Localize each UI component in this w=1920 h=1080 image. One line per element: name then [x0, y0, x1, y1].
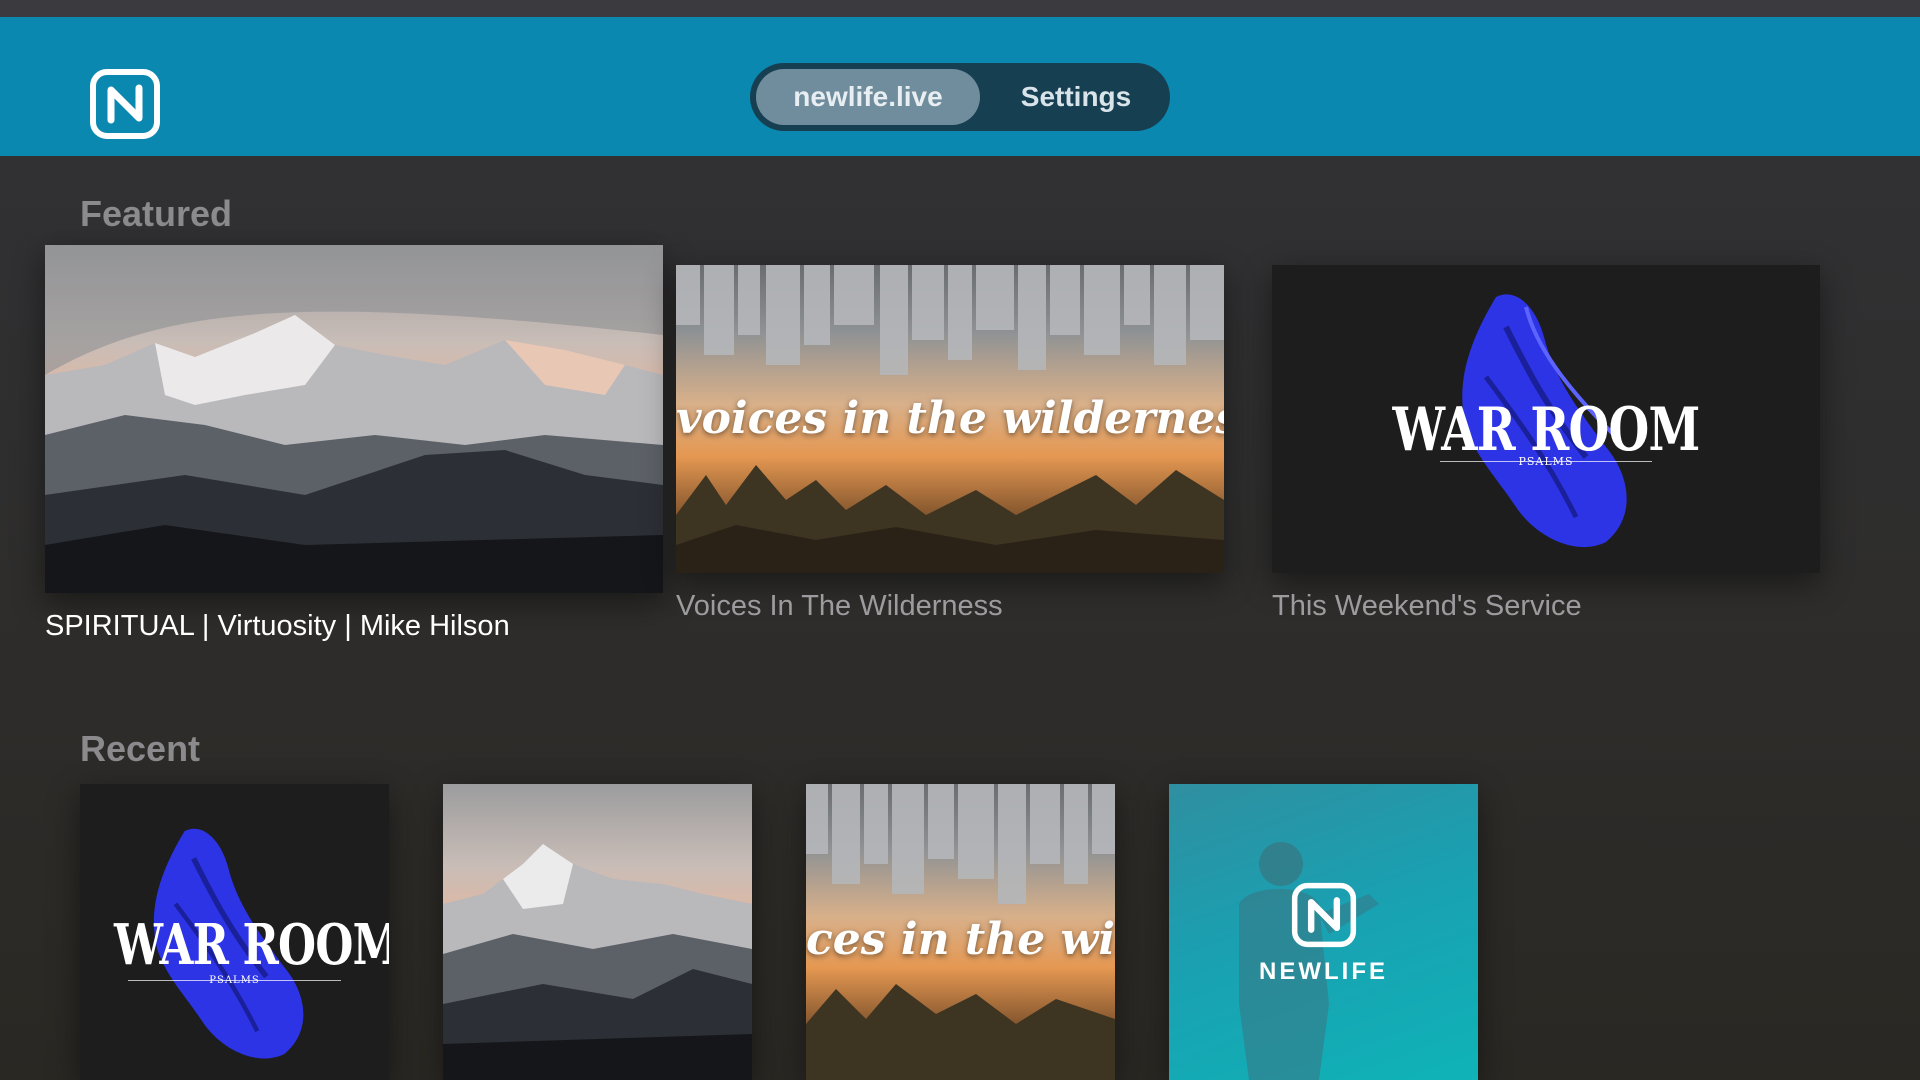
recent-card-wilderness[interactable]: ces in the wildern: [806, 784, 1115, 1080]
tab-bar: newlife.live Settings: [750, 63, 1170, 131]
newlife-art-title: NEWLIFE: [1259, 958, 1388, 985]
wilderness-art-title: ces in the wildern: [806, 914, 1115, 965]
mountain-artwork: [443, 784, 752, 1080]
recent-card-war-room[interactable]: WAR ROOM PSALMS: [80, 784, 389, 1080]
newlife-logo-icon: [90, 69, 160, 139]
war-room-artwork: WAR ROOM PSALMS: [1272, 265, 1820, 573]
featured-card-voices-wilderness[interactable]: voices in the wilderness: [676, 265, 1224, 573]
featured-section-title: Featured: [80, 193, 233, 234]
top-strip: [0, 0, 1920, 17]
featured-card-spiritual[interactable]: [45, 245, 663, 593]
tab-settings[interactable]: Settings: [988, 69, 1164, 125]
wilderness-art-title: voices in the wilderness: [676, 393, 1224, 444]
featured-caption-spiritual: SPIRITUAL | Virtuosity | Mike Hilson: [45, 610, 510, 642]
featured-caption-weekend-service: This Weekend's Service: [1272, 590, 1582, 622]
recent-card-mountain[interactable]: [443, 784, 752, 1080]
top-navigation-bar: newlife.live Settings: [0, 17, 1920, 156]
war-room-art-title: WAR ROOM: [113, 912, 389, 978]
mountain-illustration: [45, 245, 663, 593]
newlife-artwork: NEWLIFE: [1169, 784, 1478, 1080]
recent-card-newlife[interactable]: NEWLIFE: [1169, 784, 1478, 1080]
featured-card-weekend-service[interactable]: WAR ROOM PSALMS: [1272, 265, 1820, 573]
mountain-illustration: [443, 844, 752, 1080]
wilderness-artwork: voices in the wilderness: [676, 265, 1224, 573]
mountain-artwork: [45, 245, 663, 593]
newlife-logo-icon: [1291, 882, 1357, 948]
tv-app-screen: newlife.live Settings Featured SPIRITUAL…: [0, 0, 1920, 1080]
wilderness-artwork: ces in the wildern: [806, 784, 1115, 1080]
tab-newlife-live[interactable]: newlife.live: [756, 69, 980, 125]
war-room-art-subtitle: PSALMS: [209, 975, 260, 986]
recent-section-title: Recent: [80, 728, 201, 769]
featured-caption-voices-wilderness: Voices In The Wilderness: [676, 590, 1003, 622]
war-room-art-subtitle: PSALMS: [1518, 455, 1574, 468]
war-room-artwork: WAR ROOM PSALMS: [80, 784, 389, 1080]
